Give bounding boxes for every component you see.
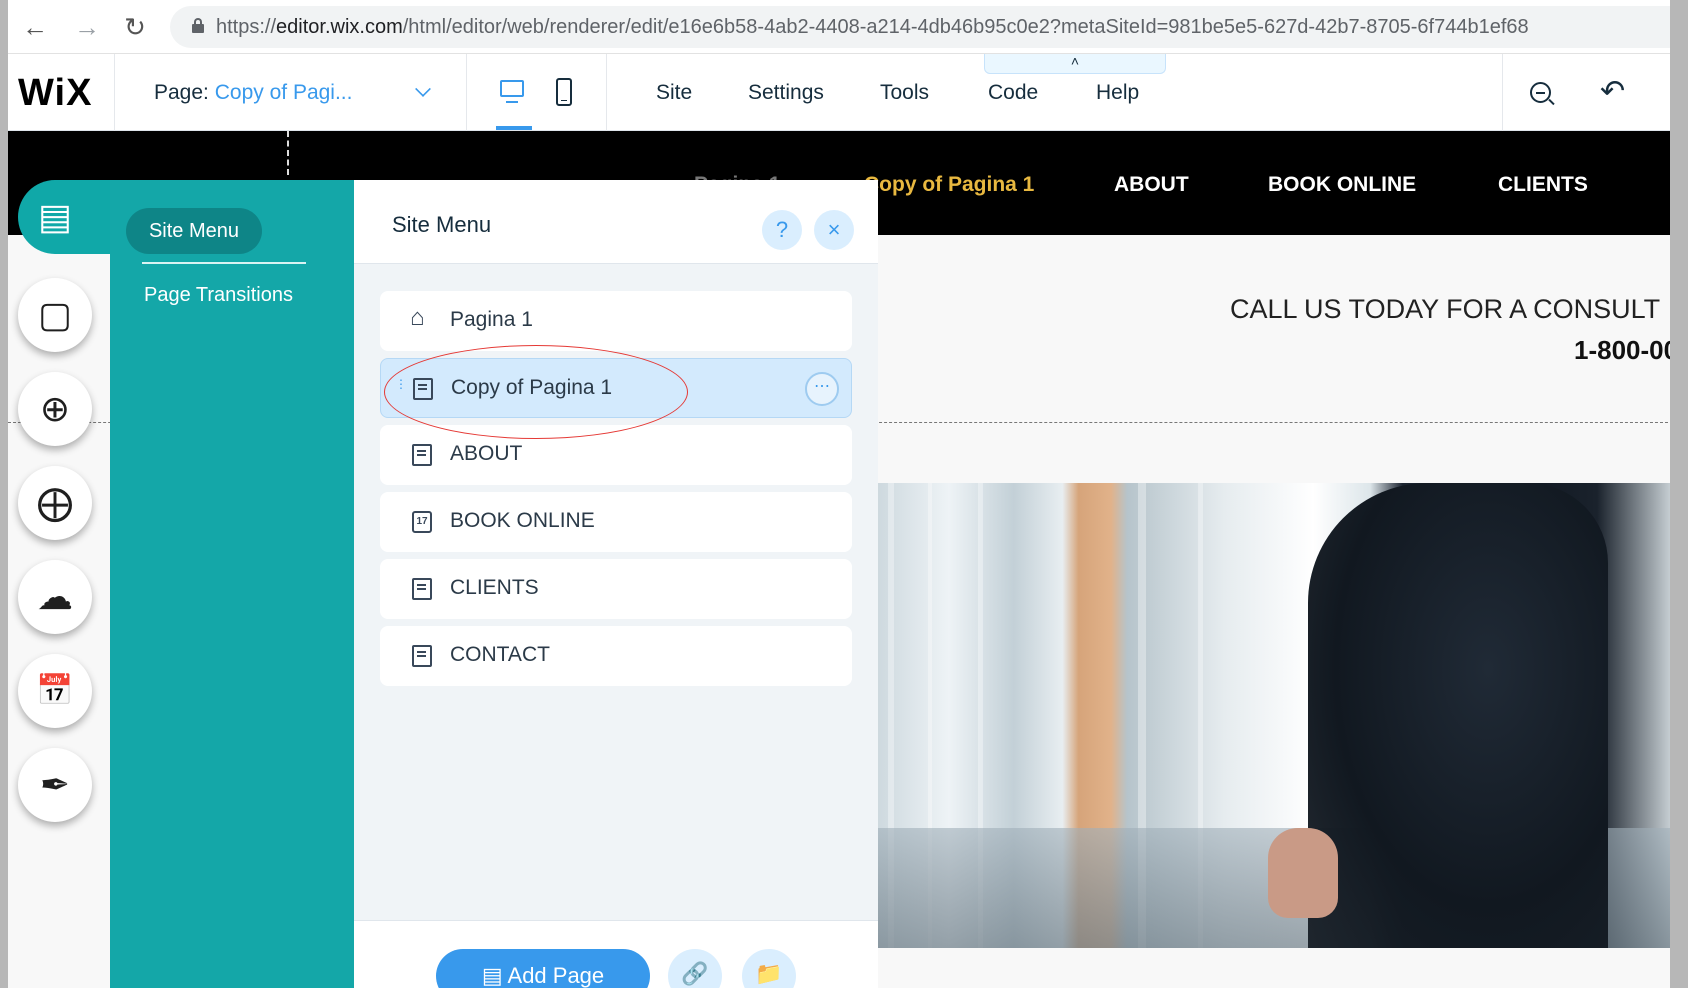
page-item-label: Pagina 1 bbox=[450, 308, 533, 331]
upload-icon: ☁ bbox=[37, 576, 73, 617]
home-icon: ⌂ bbox=[410, 304, 425, 331]
background-icon: ▢ bbox=[37, 294, 72, 335]
page-item-label: BOOK ONLINE bbox=[450, 509, 595, 532]
site-nav-about[interactable]: ABOUT bbox=[1114, 173, 1189, 197]
page-selector-value: Copy of Pagi... bbox=[214, 81, 353, 104]
add-icon: ⊕ bbox=[39, 388, 71, 429]
chevron-down-icon[interactable] bbox=[415, 81, 431, 97]
page-icon bbox=[412, 578, 432, 600]
tab-page-transitions[interactable]: Page Transitions bbox=[144, 284, 293, 307]
page-item-book-online[interactable]: 17 BOOK ONLINE bbox=[380, 492, 852, 552]
pages-menu-button[interactable]: ▤ bbox=[18, 180, 114, 254]
page-selector-label: Page: bbox=[154, 81, 209, 104]
bookings-icon: 📅 bbox=[36, 674, 74, 707]
address-bar[interactable]: https://editor.wix.com/html/editor/web/r… bbox=[170, 6, 1678, 48]
help-button[interactable]: ? bbox=[762, 210, 802, 250]
page-item-about[interactable]: ABOUT bbox=[380, 425, 852, 485]
add-link-icon[interactable]: 🔗 bbox=[668, 949, 722, 988]
close-button[interactable]: × bbox=[814, 210, 854, 250]
page-selector[interactable]: Page: Copy of Pagi... bbox=[154, 81, 352, 105]
reload-icon[interactable]: ↻ bbox=[120, 12, 150, 42]
browser-toolbar: ← → ↻ https://editor.wix.com/html/editor… bbox=[8, 0, 1678, 54]
page-item-pagina-1[interactable]: ⌂ Pagina 1 bbox=[380, 291, 852, 351]
divider bbox=[606, 54, 607, 131]
mobile-view-icon[interactable] bbox=[556, 78, 572, 106]
site-nav-copy-of-pagina-1[interactable]: Copy of Pagina 1 bbox=[864, 173, 1034, 197]
forward-arrow-icon[interactable]: → bbox=[72, 12, 102, 42]
pages-icon: ▤ bbox=[37, 196, 72, 237]
undo-icon[interactable]: ↶ bbox=[1600, 74, 1625, 109]
upload-button[interactable]: ☁ bbox=[18, 560, 92, 634]
page-icon bbox=[413, 378, 433, 400]
page-item-copy-of-pagina-1[interactable]: ⋮⋮ Copy of Pagina 1 ⋯ bbox=[380, 358, 852, 418]
desktop-view-icon[interactable] bbox=[498, 78, 526, 108]
site-nav-book-online[interactable]: BOOK ONLINE bbox=[1268, 173, 1416, 197]
page-edge bbox=[1670, 0, 1688, 988]
page-icon bbox=[412, 645, 432, 667]
url-text[interactable]: https://editor.wix.com/html/editor/web/r… bbox=[216, 16, 1529, 39]
panel-title: Site Menu bbox=[392, 212, 492, 237]
apps-icon: ⨁ bbox=[37, 482, 73, 523]
site-cta-text[interactable]: CALL US TODAY FOR A CONSULT bbox=[1230, 294, 1660, 325]
add-button[interactable]: ⊕ bbox=[18, 372, 92, 446]
bookings-button[interactable]: 📅 bbox=[18, 654, 92, 728]
calendar-icon: 17 bbox=[412, 511, 432, 533]
site-phone-number[interactable]: 1-800-00 bbox=[1574, 335, 1678, 366]
guide-line bbox=[287, 131, 289, 175]
menu-tools[interactable]: Tools bbox=[880, 81, 929, 105]
divider bbox=[466, 54, 467, 131]
add-page-button[interactable]: ▤ Add Page bbox=[436, 949, 650, 988]
page-item-contact[interactable]: CONTACT bbox=[380, 626, 852, 686]
page-item-clients[interactable]: CLIENTS bbox=[380, 559, 852, 619]
businessman-figure bbox=[1308, 483, 1608, 948]
lock-icon bbox=[192, 18, 204, 34]
divider bbox=[1502, 54, 1503, 131]
menu-help[interactable]: Help bbox=[1096, 81, 1139, 105]
back-arrow-icon[interactable]: ← bbox=[20, 12, 50, 42]
left-tool-rail: ▤ ▢ ⊕ ⨁ ☁ 📅 ✒ bbox=[8, 180, 114, 988]
wix-logo: WiX bbox=[18, 72, 93, 114]
desktop-view-indicator bbox=[496, 126, 532, 130]
editor-top-bar: WiX Page: Copy of Pagi... Site Settings … bbox=[8, 54, 1678, 131]
page-item-label: Copy of Pagina 1 bbox=[451, 376, 613, 399]
add-folder-icon[interactable]: 📁 bbox=[742, 949, 796, 988]
blog-icon: ✒ bbox=[39, 764, 71, 805]
tab-underline bbox=[142, 262, 306, 264]
page-item-label: ABOUT bbox=[450, 442, 523, 465]
panel-header: Site Menu ? × bbox=[354, 180, 878, 264]
menu-site[interactable]: Site bbox=[656, 81, 692, 105]
page-settings-more-button[interactable]: ⋯ bbox=[805, 372, 839, 406]
panel-footer: ▤ Add Page 🔗 📁 bbox=[354, 920, 878, 988]
page-icon bbox=[412, 444, 432, 466]
panel-tabs: Site Menu Page Transitions bbox=[110, 180, 354, 988]
blog-button[interactable]: ✒ bbox=[18, 748, 92, 822]
zoom-out-icon[interactable] bbox=[1528, 80, 1556, 108]
add-page-label: Add Page bbox=[507, 963, 605, 988]
add-apps-button[interactable]: ⨁ bbox=[18, 466, 92, 540]
businessman-hand bbox=[1268, 828, 1338, 918]
tab-site-menu[interactable]: Site Menu bbox=[126, 208, 262, 254]
site-nav-clients[interactable]: CLIENTS bbox=[1498, 173, 1588, 197]
menu-code[interactable]: Code bbox=[988, 81, 1038, 105]
hero-image[interactable] bbox=[868, 483, 1678, 948]
collapse-toolbar-button[interactable]: ˄ bbox=[984, 54, 1166, 74]
menu-settings[interactable]: Settings bbox=[748, 81, 824, 105]
page-item-label: CONTACT bbox=[450, 643, 550, 666]
site-menu-panel: Site Menu ? × ⌂ Pagina 1 ⋮⋮ Copy of Pagi… bbox=[354, 180, 878, 988]
background-button[interactable]: ▢ bbox=[18, 278, 92, 352]
screenshot-frame: ← → ↻ https://editor.wix.com/html/editor… bbox=[8, 0, 1678, 988]
page-item-label: CLIENTS bbox=[450, 576, 539, 599]
divider bbox=[114, 54, 115, 131]
